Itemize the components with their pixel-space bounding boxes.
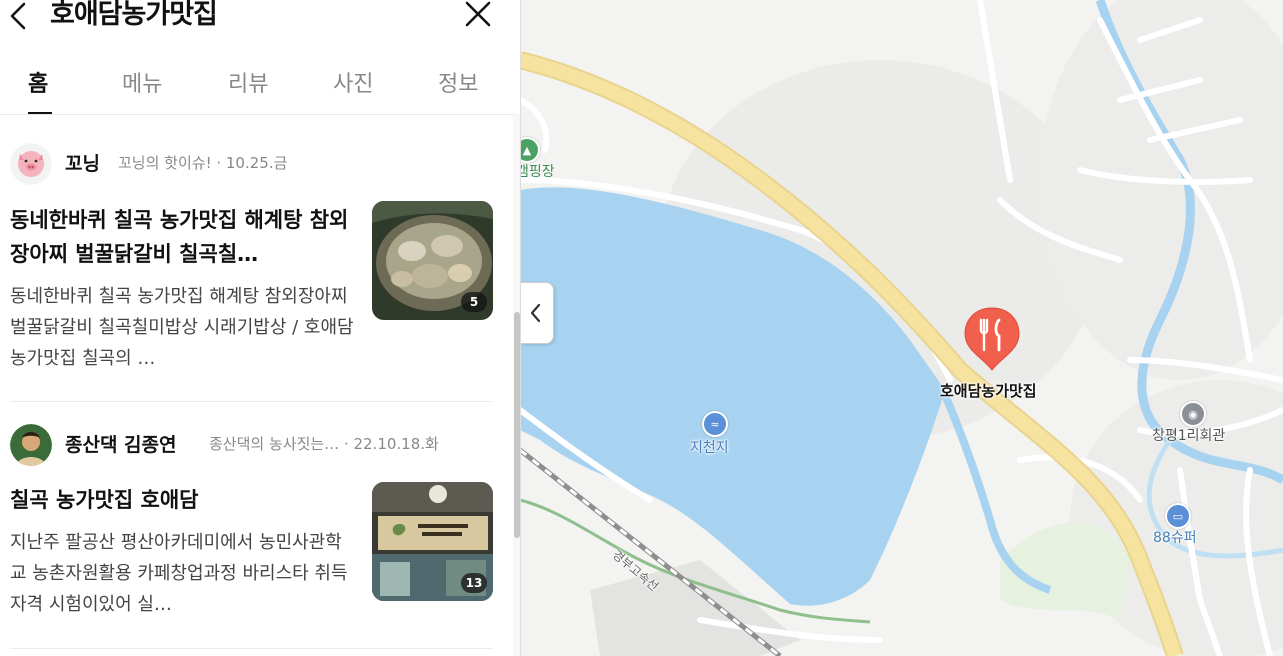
- place-title: 호애담농가맛집: [50, 0, 218, 30]
- review-author[interactable]: 꼬닝: [65, 149, 100, 176]
- store-label: 88슈퍼: [1153, 530, 1197, 546]
- chevron-left-icon: [530, 303, 541, 323]
- review-subline: 종산댁의 농사짓는… · 22.10.18.화: [209, 435, 439, 453]
- restaurant-fork-knife-icon: [964, 307, 1020, 371]
- tab-bar: 홈 메뉴 리뷰 사진 정보: [0, 58, 520, 115]
- chevron-left-icon: [10, 2, 26, 30]
- avatar[interactable]: [10, 143, 52, 185]
- place-marker[interactable]: [963, 306, 1021, 372]
- hall-label: 창평1리회관: [1152, 428, 1226, 444]
- hall-icon[interactable]: ◉: [1180, 401, 1206, 427]
- review-thumbnail[interactable]: 5: [372, 201, 493, 320]
- review-author[interactable]: 종산댁 김종연: [65, 430, 177, 457]
- review-author-row: 꼬닝 꼬닝의 핫이슈! · 10.25.금: [10, 143, 493, 187]
- divider: [10, 401, 493, 402]
- place-detail-panel: 호애담농가맛집 홈 메뉴 리뷰 사진 정보 꼬닝 꼬닝의 핫이슈! · 10.2…: [0, 0, 521, 656]
- review-subline: 꼬닝의 핫이슈! · 10.25.금: [118, 154, 288, 172]
- tab-home[interactable]: 홈: [28, 66, 48, 98]
- avatar[interactable]: [10, 424, 52, 466]
- active-tab-indicator: [28, 112, 52, 114]
- photo-count-badge: 5: [461, 292, 487, 312]
- tab-reviews[interactable]: 리뷰: [228, 66, 268, 98]
- review-thumbnail[interactable]: 13: [372, 482, 493, 601]
- panel-header: 호애담농가맛집: [0, 0, 520, 34]
- close-button[interactable]: [462, 0, 494, 30]
- camping-label: 캠핑장: [516, 164, 555, 180]
- scrollbar-thumb[interactable]: [514, 312, 520, 538]
- collapse-panel-button[interactable]: [521, 282, 554, 344]
- review-body[interactable]: 동네한바퀴 칠곡 농가맛집 해계탕 참외장아찌 벌꿀닭갈비 칠곡칠미밥상 시래기…: [10, 281, 355, 374]
- review-title[interactable]: 동네한바퀴 칠곡 농가맛집 해계탕 참외장아찌 벌꿀닭갈비 칠곡칠…: [10, 203, 360, 271]
- reservoir-icon[interactable]: ≈: [702, 411, 728, 437]
- back-button[interactable]: [6, 0, 30, 30]
- pig-avatar-icon: [10, 143, 52, 185]
- tab-info[interactable]: 정보: [438, 66, 478, 98]
- review-body[interactable]: 지난주 팔공산 평산아카데미에서 농민사관학교 농촌자원활용 카페창업과정 바리…: [10, 527, 355, 620]
- divider: [10, 648, 493, 649]
- tab-photos[interactable]: 사진: [333, 66, 373, 98]
- review-author-row: 종산댁 김종연 종산댁의 농사짓는… · 22.10.18.화: [10, 424, 493, 468]
- marker-label: 호애담농가맛집: [940, 382, 1037, 400]
- review-title[interactable]: 칠곡 농가맛집 호애담: [10, 483, 360, 517]
- reservoir-label: 지천지: [690, 440, 729, 456]
- photo-count-badge: 13: [461, 573, 487, 593]
- close-icon: [465, 1, 491, 27]
- store-icon[interactable]: ▭: [1165, 503, 1191, 529]
- person-avatar-icon: [10, 424, 52, 466]
- tab-menu[interactable]: 메뉴: [122, 66, 162, 98]
